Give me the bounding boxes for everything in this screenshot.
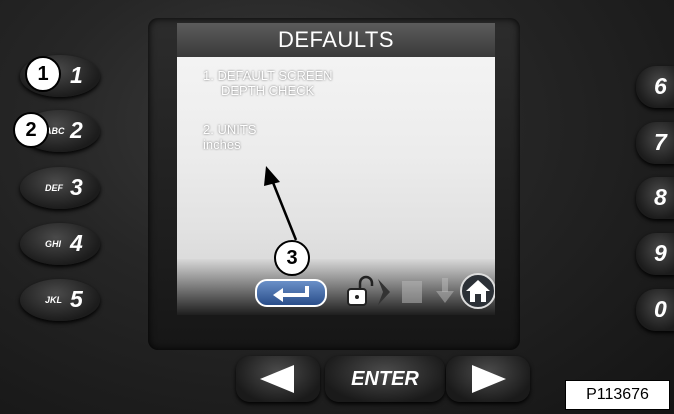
callout-3-arrow bbox=[264, 166, 298, 241]
callout-2: 2 bbox=[13, 112, 49, 148]
part-number-label: P113676 bbox=[565, 380, 670, 410]
callout-1: 1 bbox=[25, 56, 61, 92]
device-photo: DEFAULTS 1. DEFAULT SCREEN DEPTH CHECK 2… bbox=[0, 0, 674, 414]
callout-3: 3 bbox=[274, 240, 310, 276]
